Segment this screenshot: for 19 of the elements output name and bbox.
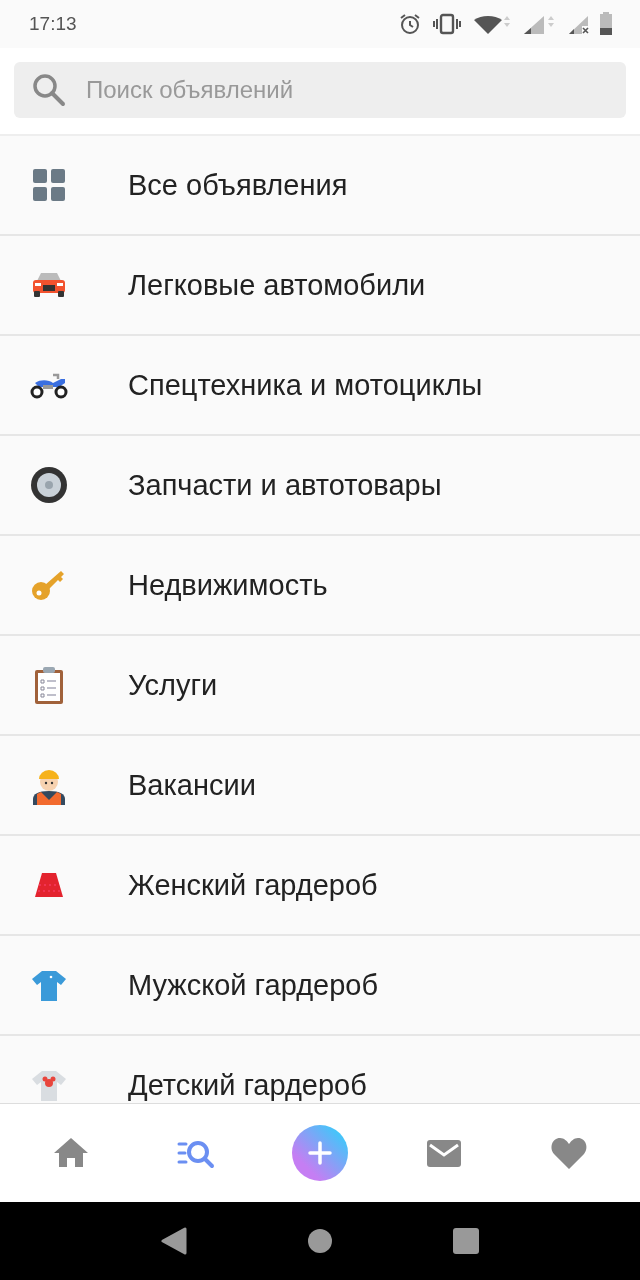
category-item[interactable]: Спецтехника и мотоциклы	[0, 336, 640, 436]
category-item[interactable]: Все объявления	[0, 136, 640, 236]
plus-icon	[307, 1140, 333, 1166]
category-item[interactable]: Женский гардероб	[0, 836, 640, 936]
category-item[interactable]: Недвижимость	[0, 536, 640, 636]
wheel-icon	[29, 465, 69, 505]
home-button[interactable]	[307, 1228, 333, 1254]
category-item[interactable]: Запчасти и автотовары	[0, 436, 640, 536]
add-button[interactable]	[292, 1125, 348, 1181]
search-field[interactable]: Поиск объявлений	[14, 62, 626, 118]
battery-icon	[600, 12, 612, 36]
clock-time: 17:13	[29, 13, 77, 35]
category-item[interactable]: Услуги	[0, 636, 640, 736]
alarm-icon	[398, 12, 422, 36]
back-button[interactable]	[161, 1227, 187, 1255]
category-item[interactable]: Легковые автомобили	[0, 236, 640, 336]
category-item[interactable]: Вакансии	[0, 736, 640, 836]
category-item[interactable]: Мужской гардероб	[0, 936, 640, 1036]
vibrate-icon	[432, 12, 462, 36]
